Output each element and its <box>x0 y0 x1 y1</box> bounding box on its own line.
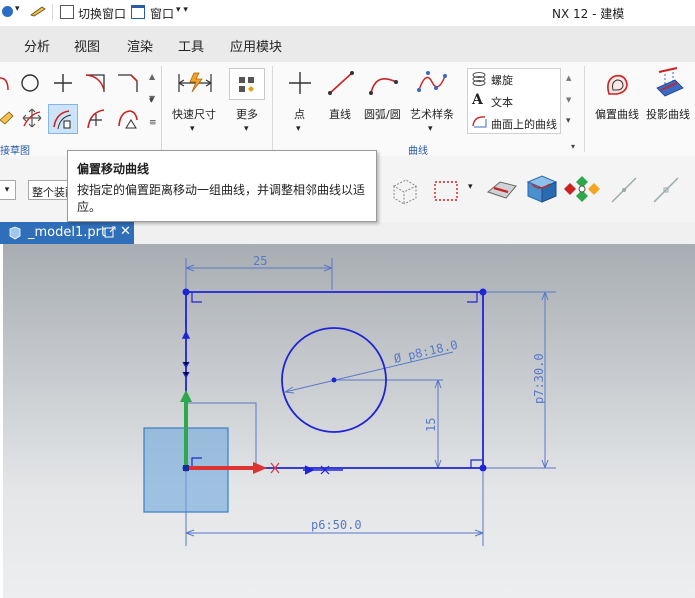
menu-bar: 分析 视图 渲染 工具 应用模块 <box>0 26 695 62</box>
quick-dimension-dropdown-icon[interactable]: ▾ <box>190 124 195 134</box>
offset-move-curve-icon <box>53 110 72 130</box>
snap-point-icon[interactable] <box>564 172 600 206</box>
profile-icon[interactable] <box>0 72 14 92</box>
arc-circle-button[interactable]: 圆弧/圆 <box>364 106 401 122</box>
curve-snap-icon[interactable] <box>608 174 640 206</box>
curve-group-dropdown-icon[interactable]: ▾ <box>571 142 575 151</box>
arc-circle-icon[interactable] <box>368 70 400 96</box>
dimension-top[interactable]: 25 <box>253 254 267 268</box>
tab-render[interactable]: 渲染 <box>127 36 153 55</box>
offset-move-curve-button[interactable] <box>48 104 78 134</box>
extend-curve-icon[interactable] <box>116 106 140 130</box>
group-label-direct-sketch: 接草图 <box>0 146 30 157</box>
gallery-scroll-down-icon[interactable]: ▼ <box>566 96 571 104</box>
graphics-window[interactable]: 25 Ø p8:18.0 p7:30.0 15 p6:50.0 <box>3 244 695 598</box>
dimension-vertical[interactable]: 15 <box>424 418 438 432</box>
sketch-pen-icon[interactable] <box>30 5 46 17</box>
document-tab[interactable]: _model1.prt ✕ <box>0 222 134 244</box>
switch-window-icon[interactable] <box>60 5 74 19</box>
fillet-icon[interactable] <box>84 72 108 94</box>
window-menu-dropdown-icon[interactable]: ▾ ▾ <box>176 5 188 15</box>
part-file-icon <box>8 226 22 240</box>
sketch-more-dropdown-icon[interactable]: ▾ <box>149 96 154 106</box>
chamfer-icon[interactable] <box>116 72 140 94</box>
rectangle-select-dropdown-icon[interactable]: ▾ <box>468 182 473 192</box>
ribbon: ▲ ▼ ▾ ≡ 接草图 快速尺寸 ▾ 更多 ▾ 点 ▾ 直线 圆弧/圆 艺术样条… <box>0 62 695 157</box>
more-dropdown-icon[interactable]: ▾ <box>244 124 249 134</box>
sketch-view[interactable]: 25 Ø p8:18.0 p7:30.0 15 p6:50.0 <box>3 244 695 598</box>
type-filter-dropdown[interactable]: ▾ <box>0 180 16 200</box>
circle-icon[interactable] <box>20 73 40 93</box>
text-icon[interactable]: A <box>472 92 483 108</box>
tooltip-body: 按指定的偏置距离移动一组曲线，并调整相邻曲线以适应。 <box>77 183 366 214</box>
more-gallery-icon[interactable] <box>229 68 265 100</box>
tab-view[interactable]: 视图 <box>74 36 100 55</box>
dimension-bottom[interactable]: p6:50.0 <box>311 518 362 532</box>
line-button[interactable]: 直线 <box>329 106 351 122</box>
derived-curve-icon[interactable] <box>0 106 14 128</box>
helix-button[interactable]: 螺旋 <box>491 72 513 88</box>
document-tab-label: _model1.prt <box>28 225 107 240</box>
quick-dimension-button[interactable]: 快速尺寸 <box>172 106 216 122</box>
face-select-icon[interactable] <box>484 174 520 206</box>
dimension-height[interactable]: p7:30.0 <box>532 353 546 404</box>
document-tab-strip: _model1.prt ✕ <box>0 222 695 244</box>
projected-curve-icon[interactable] <box>655 66 685 98</box>
studio-spline-dropdown-icon[interactable]: ▾ <box>428 124 433 134</box>
sketch-more-expand-icon[interactable]: ≡ <box>149 118 157 128</box>
offset-curve-button[interactable]: 偏置曲线 <box>595 106 639 122</box>
assembly-filter-value: 整个装配 <box>32 186 72 199</box>
wireframe-box-icon[interactable] <box>388 176 420 206</box>
line-snap-icon[interactable] <box>650 174 682 206</box>
dimension-diameter[interactable]: Ø p8:18.0 <box>393 338 460 366</box>
tab-application[interactable]: 应用模块 <box>230 36 282 55</box>
tab-tools[interactable]: 工具 <box>178 36 204 55</box>
curve-on-surface-button[interactable]: 曲面上的曲线 <box>491 116 557 132</box>
curve-on-surface-icon[interactable] <box>471 113 487 129</box>
line-icon[interactable] <box>327 70 355 96</box>
point-dropdown-icon[interactable]: ▾ <box>296 124 301 134</box>
studio-spline-button[interactable]: 艺术样条 <box>410 106 454 122</box>
rectangle-select-icon[interactable] <box>432 178 460 204</box>
text-button[interactable]: 文本 <box>491 94 513 110</box>
app-icon[interactable] <box>2 6 13 17</box>
tooltip: 偏置移动曲线 按指定的偏置距离移动一组曲线，并调整相邻曲线以适应。 <box>67 150 377 222</box>
point-icon[interactable] <box>288 70 312 96</box>
body-select-icon[interactable] <box>524 172 560 206</box>
studio-spline-icon[interactable] <box>416 68 448 96</box>
projected-curve-button[interactable]: 投影曲线 <box>646 106 690 122</box>
quick-dimension-icon[interactable] <box>176 70 214 96</box>
point-button[interactable]: 点 <box>294 106 305 122</box>
tab-analysis[interactable]: 分析 <box>24 36 50 55</box>
more-button[interactable]: 更多 <box>236 106 258 122</box>
point-small-icon[interactable] <box>53 73 73 93</box>
group-label-curve: 曲线 <box>408 146 428 157</box>
window-icon[interactable] <box>131 5 145 19</box>
switch-window-button[interactable]: 切换窗口 <box>78 5 126 22</box>
gallery-expand-icon[interactable]: ▾ <box>566 116 571 126</box>
move-curve-icon[interactable] <box>20 106 44 130</box>
offset-curve-icon[interactable] <box>603 70 633 98</box>
app-menu-dropdown-icon[interactable]: ▾ <box>15 4 20 14</box>
ribbon-scroll-up-icon[interactable]: ▲ <box>149 72 155 81</box>
window-menu-button[interactable]: 窗口 <box>150 5 174 22</box>
gallery-scroll-up-icon[interactable]: ▲ <box>566 74 571 82</box>
assembly-filter-dropdown[interactable]: 整个装配 <box>28 180 72 200</box>
close-tab-icon[interactable]: ✕ <box>120 224 131 239</box>
float-tab-icon[interactable] <box>104 226 116 238</box>
title-bar: ▾ 切换窗口 窗口 ▾ ▾ NX 12 - 建模 <box>0 0 695 27</box>
window-title: NX 12 - 建模 <box>552 7 625 21</box>
helix-icon[interactable] <box>471 71 487 87</box>
trim-curve-icon[interactable] <box>84 106 108 130</box>
tooltip-title: 偏置移动曲线 <box>77 162 150 176</box>
